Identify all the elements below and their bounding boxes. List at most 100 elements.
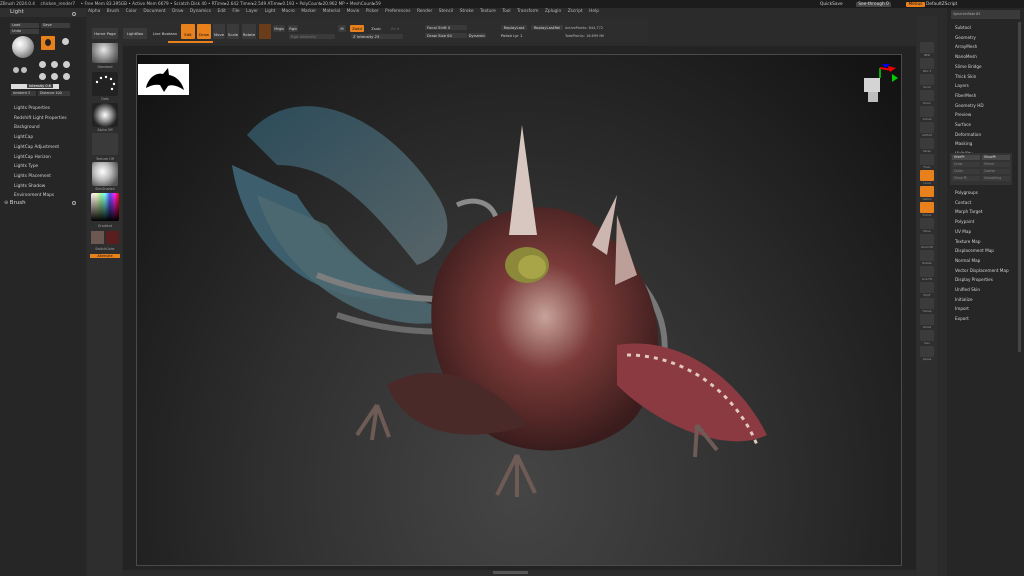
tool-subpalette-item[interactable]: Deformation xyxy=(947,130,1024,140)
shelf-button[interactable] xyxy=(920,74,934,85)
shelf-button[interactable] xyxy=(920,42,934,53)
menu-item[interactable]: Stroke xyxy=(460,8,474,16)
zscript-button[interactable]: DefaultZScript xyxy=(926,2,957,7)
refresh-icon[interactable] xyxy=(72,201,76,205)
tool-subpalette-item[interactable]: Geometry HD xyxy=(947,101,1024,111)
tool-subpalette-item[interactable]: Layers xyxy=(947,81,1024,91)
bulb-icon[interactable] xyxy=(13,67,19,73)
tool-subpalette-item[interactable]: Geometry xyxy=(947,33,1024,43)
move-button[interactable]: Move xyxy=(213,24,225,39)
tool-subpalette-item[interactable]: Slime Bridge xyxy=(947,62,1024,72)
rotate-button[interactable]: Rotate xyxy=(242,24,256,39)
light-subpalette-item[interactable]: Lights Properties xyxy=(14,104,84,114)
tool-subpalette-item[interactable]: Display Properties xyxy=(947,275,1009,285)
alternate-button[interactable]: Alternate xyxy=(90,254,120,258)
light-sphere[interactable] xyxy=(12,36,34,58)
scale-button[interactable]: Scale xyxy=(227,24,239,39)
menu-item[interactable]: Texture xyxy=(480,8,496,16)
menu-item[interactable]: Zplugin xyxy=(545,8,561,16)
menu-item[interactable]: Layer xyxy=(246,8,258,16)
menu-item[interactable]: Movie xyxy=(347,8,360,16)
edit-button[interactable]: Edit xyxy=(181,24,195,39)
menu-item[interactable]: Picker xyxy=(366,8,379,16)
rgb-button[interactable]: Rgb xyxy=(288,25,298,32)
tool-subpalette-item[interactable]: NanoMesh xyxy=(947,52,1024,62)
tool-scrollbar[interactable] xyxy=(1018,22,1021,352)
live-boolean-button[interactable]: Live Boolean xyxy=(151,28,179,39)
menu-item[interactable]: Draw xyxy=(172,8,183,16)
bulb-icon[interactable] xyxy=(62,61,70,69)
shelf-button[interactable] xyxy=(920,266,934,277)
draw-button[interactable]: Draw xyxy=(197,24,211,39)
light-subpalette-item[interactable]: Redshift Light Properties xyxy=(14,114,84,124)
menu-item[interactable]: Edit xyxy=(218,8,226,16)
bulb-icon[interactable] xyxy=(62,38,69,45)
draw-size-slider[interactable]: Draw Size 64 xyxy=(425,33,467,38)
viewport-canvas[interactable] xyxy=(136,54,902,566)
light-subpalette-item[interactable]: LightCap Horizon xyxy=(14,153,84,163)
shelf-button[interactable] xyxy=(920,298,934,309)
menu-item[interactable]: Material xyxy=(323,8,340,16)
menu-item[interactable]: Help xyxy=(589,8,599,16)
light-subpalette-item[interactable]: LightCap xyxy=(14,133,84,143)
ambient-slider[interactable]: Ambient 3 xyxy=(11,91,36,96)
bulb-icon[interactable] xyxy=(38,72,46,80)
tool-subpalette-item[interactable]: Import xyxy=(947,304,1009,314)
visibility-button[interactable]: Grow xyxy=(952,162,980,167)
zadd-button[interactable]: Zadd xyxy=(350,25,364,32)
seethrough-slider[interactable]: See-through 0 xyxy=(856,2,891,7)
menu-item[interactable]: Dynamics xyxy=(190,8,211,16)
shelf-button[interactable] xyxy=(920,122,934,133)
menu-item[interactable]: Stencil xyxy=(439,8,454,16)
visibility-button[interactable]: ShowPt xyxy=(982,155,1010,160)
bottom-tray-handle[interactable] xyxy=(493,571,528,574)
m-button[interactable]: M xyxy=(338,25,346,32)
tool-subpalette-item[interactable]: Masking xyxy=(947,139,1024,149)
menu-item[interactable]: Tool xyxy=(502,8,510,16)
menu-item[interactable]: Zscript xyxy=(568,8,583,16)
zsub-button[interactable]: Zsub xyxy=(369,25,383,32)
rgb-intensity-slider[interactable]: Rgb Intensity xyxy=(289,34,335,39)
tool-subpalette-item[interactable]: ArrayMesh xyxy=(947,42,1024,52)
bulb-icon[interactable] xyxy=(50,61,58,69)
shelf-button[interactable] xyxy=(920,234,934,245)
visibility-button[interactable]: Show Pt xyxy=(952,176,980,181)
bulb-icon[interactable] xyxy=(41,36,55,50)
tool-subpalette-item[interactable]: UV Map xyxy=(947,227,1009,237)
undo-button[interactable]: Undo xyxy=(10,29,39,34)
shelf-button[interactable] xyxy=(920,58,934,69)
bulb-icon[interactable] xyxy=(50,72,58,80)
visibility-button[interactable]: Outer xyxy=(952,169,980,174)
tool-subpalette-item[interactable]: FiberMesh xyxy=(947,91,1024,101)
tool-subpalette-item[interactable]: Vector Displacement Map xyxy=(947,266,1009,276)
menu-item[interactable]: Color xyxy=(126,8,137,16)
tool-subpalette-item[interactable]: Polygroups xyxy=(947,188,1009,198)
mrgb-button[interactable]: Mrgb xyxy=(273,25,285,32)
tool-subpalette-item[interactable]: Thick Skin xyxy=(947,72,1024,82)
stroke-thumbnail[interactable] xyxy=(92,72,118,96)
brush-thumbnail[interactable] xyxy=(92,41,118,63)
lightbox-button[interactable]: LightBox xyxy=(123,28,147,39)
alpha-thumbnail[interactable] xyxy=(92,103,118,127)
tool-subpalette-item[interactable]: Morph Target xyxy=(947,207,1009,217)
zcut-button[interactable]: Zcut xyxy=(388,25,402,32)
tool-subpalette-item[interactable]: Initialize xyxy=(947,295,1009,305)
light-subpalette-item[interactable]: Background xyxy=(14,123,84,133)
refresh-icon[interactable] xyxy=(72,12,76,16)
home-page-button[interactable]: Home Page xyxy=(92,28,118,39)
menu-item[interactable]: Transform xyxy=(517,8,538,16)
load-button[interactable]: Load xyxy=(10,23,39,28)
texture-thumbnail[interactable] xyxy=(92,133,118,155)
shelf-button[interactable] xyxy=(920,186,934,197)
navigation-cube[interactable] xyxy=(862,64,898,108)
distance-slider[interactable]: Distance 100 xyxy=(38,91,70,96)
tool-subpalette-item[interactable]: Polypaint xyxy=(947,217,1009,227)
menu-item[interactable]: Alpha xyxy=(88,8,100,16)
tool-subpalette-item[interactable]: Displacement Map xyxy=(947,246,1009,256)
shelf-button[interactable] xyxy=(920,250,934,261)
bulb-icon[interactable] xyxy=(20,67,27,73)
z-intensity-slider[interactable]: Z Intensity 25 xyxy=(351,34,403,39)
secondary-color-swatch[interactable] xyxy=(106,231,119,244)
shelf-button[interactable] xyxy=(920,218,934,229)
dynamic-button[interactable]: Dynamic xyxy=(468,33,486,38)
